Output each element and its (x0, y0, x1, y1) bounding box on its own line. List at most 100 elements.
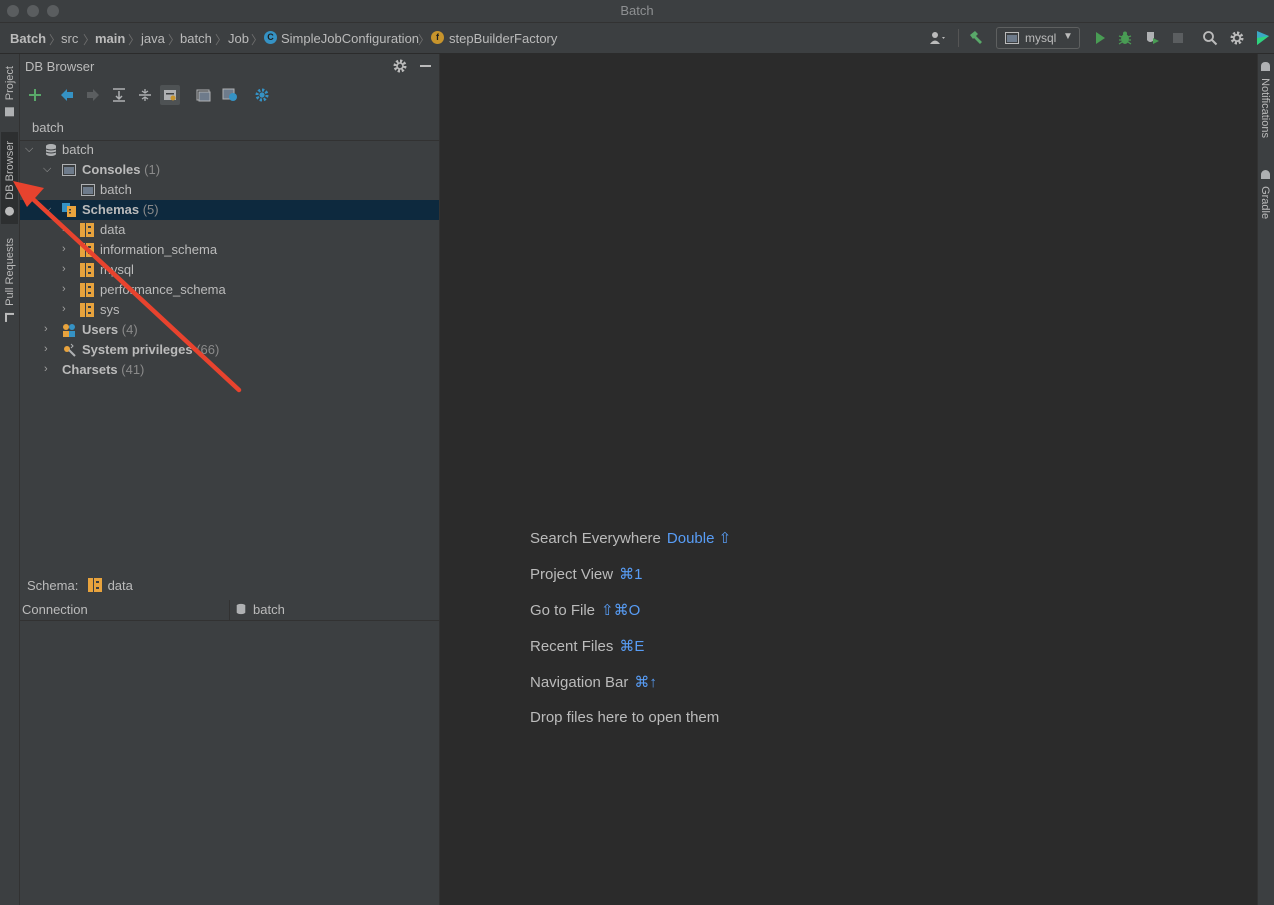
tree-node-label: System privileges (66) (82, 342, 220, 357)
tree-node-schema-sys[interactable]: › sys (20, 300, 439, 320)
breadcrumb-batch[interactable]: Batch (10, 31, 46, 46)
editor-empty-area[interactable]: Search Everywhere Double ⇧ Project View ⌘1… (440, 54, 1256, 905)
tree-node-label: sys (100, 302, 120, 317)
add-connection-plus-icon[interactable] (25, 85, 45, 105)
tree-node-label: Schemas (5) (82, 202, 159, 217)
breadcrumb-src[interactable]: src (61, 31, 78, 46)
breadcrumb-separator: 〉 (168, 33, 181, 47)
chevron-down-icon[interactable]: ⌵ (43, 163, 55, 176)
panel-settings-gear-icon[interactable] (392, 58, 410, 76)
open-console-icon[interactable] (194, 85, 214, 105)
jetbrains-toolbox-icon[interactable] (1254, 29, 1272, 47)
toolbar-divider (958, 29, 959, 47)
breadcrumb-java[interactable]: java (141, 31, 165, 46)
tree-node-label: mysql (100, 262, 134, 277)
chevron-right-icon[interactable]: › (44, 323, 56, 335)
breadcrumb-separator: 〉 (83, 33, 96, 47)
tree-node-connection-batch[interactable]: ⌵ batch (20, 140, 439, 160)
schema-icon (80, 263, 94, 277)
breadcrumb-batch-pkg[interactable]: batch (180, 31, 212, 46)
schema-icon (87, 578, 102, 592)
tree-node-console-batch[interactable]: batch (20, 180, 439, 200)
tool-tab-gradle[interactable]: Gradle (1259, 170, 1271, 222)
tree-node-label: Users (4) (82, 322, 138, 337)
coverage-icon[interactable] (1143, 29, 1161, 47)
chevron-right-icon[interactable]: › (62, 303, 74, 315)
panel-header: DB Browser (20, 54, 439, 80)
build-hammer-icon[interactable] (967, 29, 985, 47)
debug-icon[interactable] (1116, 29, 1134, 47)
chevron-right-icon[interactable]: › (62, 223, 74, 235)
tree-node-consoles[interactable]: ⌵ Consoles (1) (20, 160, 439, 180)
user-icon[interactable] (926, 29, 950, 47)
sql-history-icon[interactable] (220, 85, 240, 105)
tree-node-schema-information-schema[interactable]: › information_schema (20, 240, 439, 260)
consoles-icon (62, 164, 76, 176)
breadcrumb-stepbuilderfactory[interactable]: stepBuilderFactory (449, 31, 557, 46)
tool-tab-project-label: Project (3, 65, 16, 101)
chevron-right-icon[interactable]: › (62, 243, 74, 255)
search-icon[interactable] (1201, 29, 1219, 47)
breadcrumb-separator: 〉 (418, 33, 431, 47)
chevron-right-icon[interactable]: › (44, 363, 56, 375)
tree-node-label: batch (100, 182, 132, 197)
schema-icon (80, 223, 94, 237)
hint-recent-files: Recent Files ⌘E (530, 638, 645, 655)
column-divider[interactable] (229, 600, 230, 620)
pull-request-icon (5, 312, 14, 322)
left-tool-stripe: Project DB Browser Pull Requests (0, 54, 20, 905)
collapse-all-icon[interactable] (135, 85, 155, 105)
show-object-properties-icon[interactable] (160, 85, 180, 105)
stop-icon[interactable] (1169, 29, 1187, 47)
breadcrumb-main[interactable]: main (95, 31, 125, 46)
chevron-right-icon[interactable]: › (62, 283, 74, 295)
run-icon[interactable] (1091, 29, 1109, 47)
expand-all-icon[interactable] (109, 85, 129, 105)
breadcrumb-separator: 〉 (49, 33, 62, 47)
window-title: Batch (620, 3, 654, 18)
db-settings-gear-icon[interactable] (252, 85, 272, 105)
schema-line-label: Schema: (27, 578, 79, 593)
title-bar: Batch (0, 0, 1274, 23)
hide-panel-minus-icon[interactable] (420, 65, 431, 67)
breadcrumb-simplejobconfiguration[interactable]: SimpleJobConfiguration (281, 31, 419, 46)
tree-node-label: data (100, 222, 126, 237)
schemas-icon (62, 203, 76, 217)
breadcrumb-job[interactable]: Job (228, 31, 249, 46)
run-configuration-dropdown[interactable]: mysql ▼ (996, 27, 1080, 49)
class-icon: C (264, 31, 277, 44)
navigate-forward-icon[interactable] (83, 85, 103, 105)
field-icon: f (431, 31, 444, 44)
column-header-connection[interactable]: Connection (22, 602, 88, 617)
database-icon (45, 144, 57, 156)
privileges-icon (64, 343, 76, 357)
tool-tab-project[interactable]: Project (1, 56, 18, 126)
hint-drop-files: Drop files here to open them (530, 709, 720, 726)
tree-node-schemas[interactable]: ⌵ Schemas (5) (20, 200, 439, 220)
chevron-right-icon[interactable]: › (44, 343, 56, 355)
schema-icon (80, 243, 94, 257)
tree-node-schema-mysql[interactable]: › mysql (20, 260, 439, 280)
chevron-right-icon[interactable]: › (62, 263, 74, 275)
console-icon (81, 184, 95, 196)
db-browser-panel: DB Browser batch ⌵ batch ⌵ Consoles (1) … (20, 54, 440, 905)
tree-node-system-privileges[interactable]: › System privileges (66) (20, 340, 439, 360)
schema-icon (80, 283, 94, 297)
panel-title: DB Browser (25, 59, 95, 74)
chevron-down-icon[interactable]: ⌵ (43, 203, 55, 216)
chevron-down-icon[interactable]: ⌵ (25, 143, 37, 156)
properties-table-header: Connection batch (20, 600, 439, 621)
tree-node-schema-data[interactable]: › data (20, 220, 439, 240)
tool-tab-pull-requests[interactable]: Pull Requests (1, 232, 18, 328)
navigate-back-icon[interactable] (57, 85, 77, 105)
tree-node-users[interactable]: › Users (4) (20, 320, 439, 340)
right-tool-stripe: Notifications Gradle (1257, 54, 1274, 905)
connection-label: batch (32, 120, 64, 135)
users-icon (63, 324, 75, 337)
tree-node-schema-performance-schema[interactable]: › performance_schema (20, 280, 439, 300)
tool-tab-notifications[interactable]: Notifications (1259, 62, 1271, 141)
tool-tab-db-browser[interactable]: DB Browser (1, 132, 18, 224)
tree-node-charsets[interactable]: › Charsets (41) (20, 360, 439, 380)
settings-gear-icon[interactable] (1228, 29, 1246, 47)
tree-node-label: information_schema (100, 242, 218, 257)
